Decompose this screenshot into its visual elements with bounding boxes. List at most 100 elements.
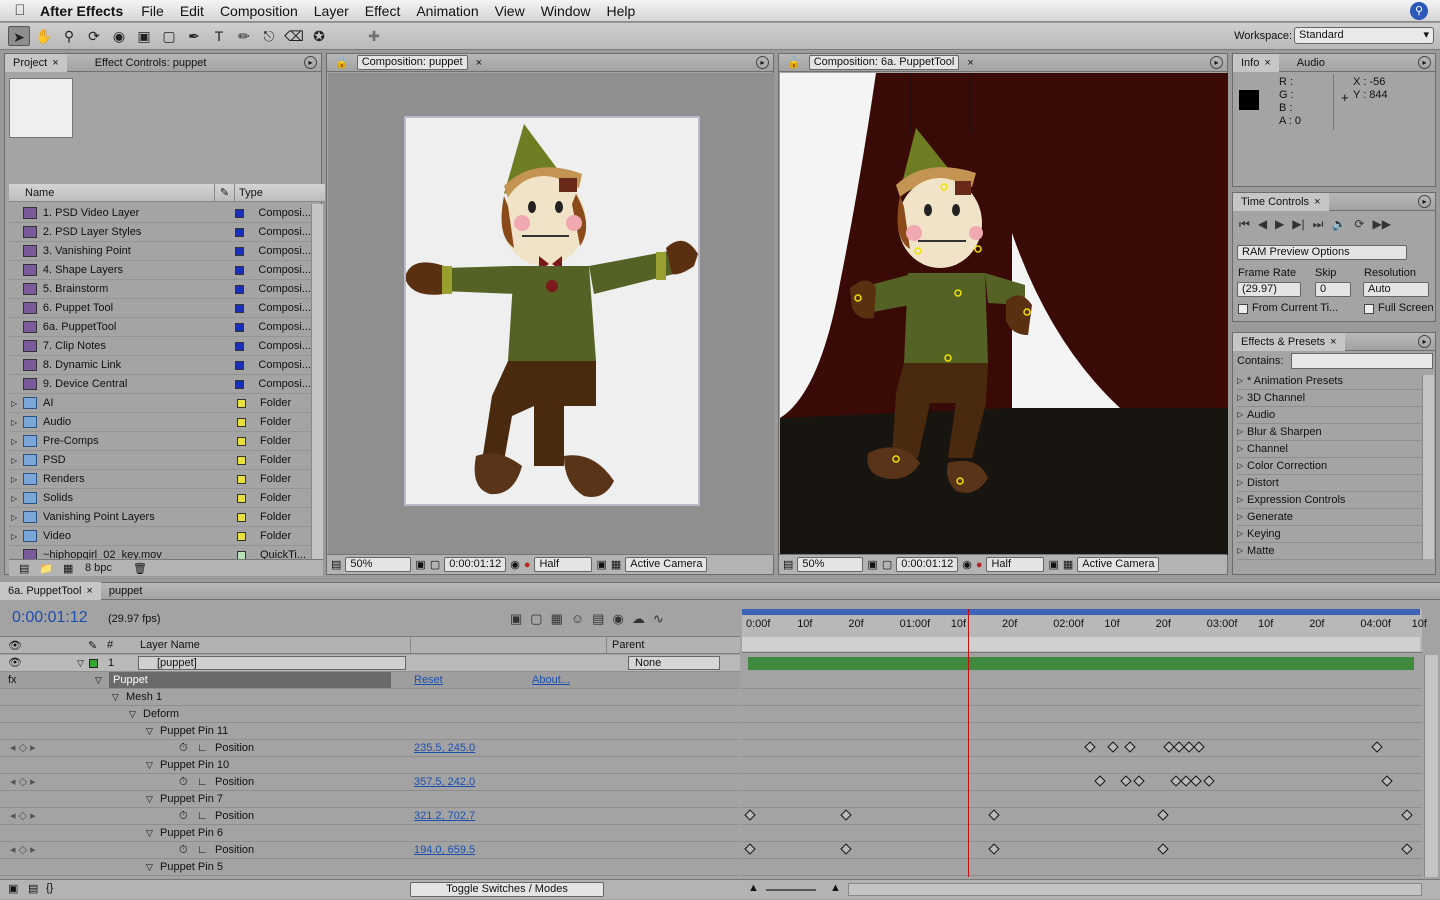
comp-flowchart-icon[interactable]: ▦ bbox=[551, 611, 563, 627]
effect-category[interactable]: Channel bbox=[1237, 441, 1423, 458]
fx-icon[interactable]: fx bbox=[8, 672, 17, 688]
expand-icon[interactable]: ▽ bbox=[146, 825, 153, 841]
property-row[interactable]: ◂ ◇ ▸ ⏱ ∟ Position 321.2, 702.7 bbox=[0, 808, 740, 825]
project-item[interactable]: ▷ Vanishing Point Layers Folder bbox=[9, 508, 311, 527]
lock-icon[interactable]: 🔓 bbox=[779, 54, 809, 72]
type-tool-icon[interactable]: T bbox=[208, 26, 230, 46]
menu-edit[interactable]: Edit bbox=[180, 3, 204, 19]
clone-stamp-icon[interactable]: ⎋ bbox=[258, 26, 280, 46]
project-item[interactable]: ▷ Pre-Comps Folder bbox=[9, 432, 311, 451]
position-value[interactable]: 235.5, 245.0 bbox=[414, 740, 475, 756]
expand-icon[interactable]: ▽ bbox=[146, 859, 153, 875]
menu-effect[interactable]: Effect bbox=[365, 3, 401, 19]
project-item[interactable]: 2. PSD Layer Styles Composi... bbox=[9, 223, 311, 242]
property-row[interactable]: ▽ Puppet Pin 11 bbox=[0, 723, 740, 740]
label-icon[interactable]: ✎ bbox=[88, 639, 97, 652]
keyframe-diamond[interactable] bbox=[1123, 741, 1136, 753]
keyframe-navigator-icon[interactable]: ◂ ◇ ▸ bbox=[10, 842, 36, 858]
keyframe-diamond[interactable] bbox=[840, 809, 852, 821]
stopwatch-icon[interactable]: ⏱ bbox=[179, 774, 188, 790]
full-screen-checkbox[interactable] bbox=[1364, 304, 1374, 314]
expand-triangle-icon[interactable]: ▷ bbox=[11, 532, 17, 541]
effects-search-input[interactable] bbox=[1291, 353, 1433, 369]
spotlight-icon[interactable]: ⚲ bbox=[1410, 2, 1428, 20]
layer-row[interactable]: 👁 ▽ 1 [puppet] None bbox=[0, 655, 740, 672]
eraser-tool-icon[interactable]: ⌫ bbox=[283, 26, 305, 46]
graph-icon[interactable]: ∟ bbox=[197, 740, 208, 756]
resolution-select[interactable]: Auto bbox=[1363, 282, 1429, 297]
tab-project[interactable]: Project × bbox=[5, 53, 67, 72]
property-row[interactable]: ◂ ◇ ▸ ⏱ ∟ Position 357.5, 242.0 bbox=[0, 774, 740, 791]
label-swatch[interactable] bbox=[235, 246, 245, 256]
snapshot-icon[interactable]: ◉ bbox=[962, 558, 972, 571]
about-link[interactable]: About... bbox=[532, 672, 570, 688]
zoom-tool-icon[interactable]: ⚲ bbox=[58, 26, 80, 46]
new-comp-icon[interactable]: ▦ bbox=[63, 562, 73, 575]
draft-3d-icon[interactable]: ▢ bbox=[530, 611, 542, 627]
expand-icon[interactable]: ▽ bbox=[77, 655, 84, 671]
brush-tool-icon[interactable]: ✏ bbox=[233, 26, 255, 46]
expand-icon[interactable]: ▽ bbox=[146, 791, 153, 807]
keyframe-navigator-icon[interactable]: ◂ ◇ ▸ bbox=[10, 774, 36, 790]
tab-effects-presets[interactable]: Effects & Presets × bbox=[1233, 332, 1345, 351]
frame-rate-select[interactable]: (29.97) bbox=[1237, 282, 1301, 297]
expand-icon[interactable]: ▽ bbox=[146, 723, 153, 739]
comp2-camera[interactable]: Active Camera bbox=[1077, 557, 1160, 572]
panel-menu-icon[interactable]: ▸ bbox=[1418, 335, 1431, 348]
current-timecode[interactable]: 0:00:01:12 bbox=[12, 609, 88, 627]
toggle-switches-icon[interactable]: ▣ bbox=[8, 882, 18, 895]
effect-category[interactable]: Audio bbox=[1237, 407, 1423, 424]
av-features-icon[interactable]: 👁 bbox=[8, 639, 22, 652]
position-value[interactable]: 321.2, 702.7 bbox=[414, 808, 475, 824]
property-row[interactable]: ▽ Deform bbox=[0, 706, 740, 723]
effect-category[interactable]: Color Correction bbox=[1237, 458, 1423, 475]
panel-menu-icon[interactable]: ▸ bbox=[1418, 195, 1431, 208]
effect-category[interactable]: 3D Channel bbox=[1237, 390, 1423, 407]
property-row[interactable]: ▽ Puppet Pin 5 bbox=[0, 859, 740, 876]
effect-category[interactable]: Blur & Sharpen bbox=[1237, 424, 1423, 441]
mute-icon[interactable]: 🔈 bbox=[1331, 217, 1346, 232]
menu-layer[interactable]: Layer bbox=[314, 3, 349, 19]
expand-icon[interactable]: ▽ bbox=[95, 672, 102, 688]
expand-icon[interactable]: ▽ bbox=[129, 706, 136, 722]
timeline-horizontal-scrollbar[interactable] bbox=[848, 883, 1422, 896]
menu-composition[interactable]: Composition bbox=[220, 3, 298, 19]
menu-animation[interactable]: Animation bbox=[416, 3, 478, 19]
property-row[interactable]: ▽ Mesh 1 bbox=[0, 689, 740, 706]
project-item[interactable]: 4. Shape Layers Composi... bbox=[9, 261, 311, 280]
keyframe-track[interactable] bbox=[742, 791, 1422, 808]
effect-category[interactable]: Distort bbox=[1237, 475, 1423, 492]
region-of-interest-icon[interactable]: ▣ bbox=[596, 558, 606, 571]
keyframe-diamond[interactable] bbox=[1107, 741, 1119, 753]
tab-timeline-puppet[interactable]: puppet bbox=[101, 582, 151, 600]
toggle-modes-icon[interactable]: ▤ bbox=[28, 882, 38, 895]
menu-view[interactable]: View bbox=[495, 3, 525, 19]
loop-icon[interactable]: ⟳ bbox=[1354, 217, 1364, 232]
keyframe-diamond[interactable] bbox=[1193, 741, 1205, 753]
label-swatch[interactable] bbox=[237, 512, 246, 522]
time-ruler[interactable]: 0:00f 10f 20f 01:00f 10f 20f 02:00f 10f 20f 03:00… bbox=[742, 609, 1427, 653]
tab-audio[interactable]: Audio bbox=[1289, 54, 1333, 72]
project-item[interactable]: 1. PSD Video Layer Composi... bbox=[9, 204, 311, 223]
keyframe-track[interactable] bbox=[742, 689, 1422, 706]
project-item[interactable]: ▷ Solids Folder bbox=[9, 489, 311, 508]
keyframe-diamond[interactable] bbox=[1401, 809, 1413, 821]
apple-icon[interactable]:  bbox=[0, 2, 40, 19]
label-swatch[interactable] bbox=[235, 284, 245, 294]
keyframe-diamond[interactable] bbox=[1203, 775, 1215, 787]
safe-zones-icon[interactable]: ▣ bbox=[415, 558, 425, 571]
keyframe-track[interactable] bbox=[742, 842, 1422, 859]
menu-help[interactable]: Help bbox=[607, 3, 636, 19]
motion-blur-icon[interactable]: ◉ bbox=[612, 611, 623, 627]
expand-icon[interactable]: ▽ bbox=[112, 689, 119, 705]
graph-icon[interactable]: ∟ bbox=[197, 774, 208, 790]
label-swatch[interactable] bbox=[235, 379, 245, 389]
position-value[interactable]: 194.0, 659.5 bbox=[414, 842, 475, 858]
keyframe-diamond[interactable] bbox=[1120, 775, 1132, 787]
play-icon[interactable]: ▶ bbox=[1275, 217, 1284, 232]
parent-select[interactable]: None bbox=[628, 656, 720, 670]
keyframe-track[interactable] bbox=[742, 808, 1422, 825]
project-item[interactable]: 5. Brainstorm Composi... bbox=[9, 280, 311, 299]
expand-triangle-icon[interactable]: ▷ bbox=[11, 513, 17, 522]
label-swatch[interactable] bbox=[235, 360, 245, 370]
